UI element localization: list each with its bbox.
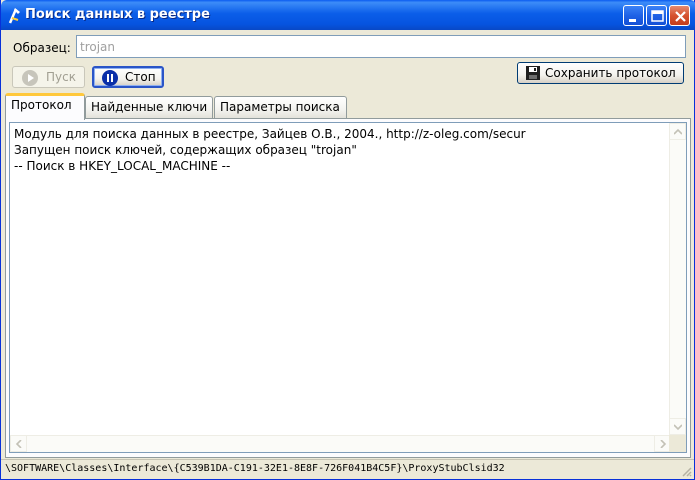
tab-log-label: Протокол (11, 98, 72, 112)
save-log-button[interactable]: Сохранить протокол (517, 62, 684, 84)
pause-icon (102, 70, 118, 86)
log-memo[interactable]: Модуль для поиска данных в реестре, Зайц… (9, 122, 687, 453)
minimize-icon (629, 19, 636, 22)
scroll-corner (669, 435, 686, 452)
arrow-down-icon (674, 424, 682, 431)
stop-label: Стоп (125, 70, 156, 84)
arrow-right-icon (660, 440, 667, 448)
arrow-left-icon (15, 440, 22, 448)
log-line: Запущен поиск ключей, содержащих образец… (14, 143, 357, 157)
minimize-button[interactable] (623, 5, 644, 26)
start-label: Пуск (46, 70, 76, 84)
tab-found-keys-label: Найденные ключи (91, 100, 208, 114)
close-button[interactable] (669, 5, 690, 26)
maximize-button[interactable] (646, 5, 667, 26)
stop-button[interactable]: Стоп (92, 66, 164, 88)
main-window: Поиск данных в реестре Образец: Пуск (0, 0, 695, 480)
scroll-down-button[interactable] (669, 418, 686, 435)
vertical-scrollbar[interactable] (669, 123, 686, 435)
tab-search-params[interactable]: Параметры поиска (214, 96, 347, 118)
status-path: \SOFTWARE\Classes\Interface\{C539B1DA-C1… (5, 463, 505, 474)
horizontal-scrollbar[interactable] (10, 435, 671, 452)
log-tab-panel: Модуль для поиска данных в реестре, Зайц… (5, 118, 691, 458)
save-log-label: Сохранить протокол (545, 66, 676, 80)
scroll-left-button[interactable] (10, 435, 27, 452)
sample-label: Образец: (13, 41, 71, 55)
sample-input[interactable] (76, 35, 686, 58)
tab-search-params-label: Параметры поиска (220, 100, 340, 114)
play-icon (22, 70, 38, 86)
resize-grip-icon[interactable] (680, 465, 692, 477)
log-line: -- Поиск в HKEY_LOCAL_MACHINE -- (14, 159, 231, 173)
title-bar[interactable]: Поиск данных в реестре (1, 0, 695, 30)
tab-log[interactable]: Протокол (5, 93, 85, 120)
close-icon (675, 11, 686, 22)
tab-found-keys[interactable]: Найденные ключи (85, 96, 213, 118)
scroll-up-button[interactable] (669, 123, 686, 140)
window-title: Поиск данных в реестре (25, 7, 210, 22)
arrow-up-icon (674, 128, 682, 135)
maximize-icon (651, 10, 664, 22)
status-bar: \SOFTWARE\Classes\Interface\{C539B1DA-C1… (1, 459, 694, 479)
registry-tool-icon (8, 8, 20, 24)
start-button[interactable]: Пуск (12, 66, 85, 88)
log-line: Модуль для поиска данных в реестре, Зайц… (14, 127, 526, 141)
log-lines: Модуль для поиска данных в реестре, Зайц… (14, 126, 669, 432)
floppy-disk-icon (526, 66, 540, 80)
